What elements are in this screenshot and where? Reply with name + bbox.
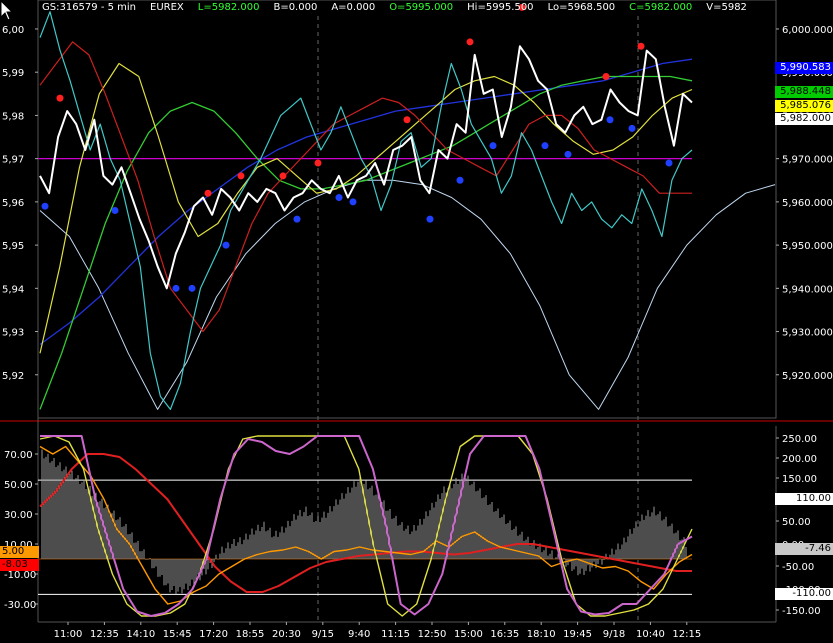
blue-ma-series-line bbox=[39, 58, 693, 346]
time-tick-label: 14:10 bbox=[126, 629, 155, 640]
time-tick-label: 15:45 bbox=[163, 629, 192, 640]
buy-marker[interactable] bbox=[456, 176, 464, 184]
price-left-tick-label: 5,96 bbox=[2, 198, 24, 209]
sell-marker[interactable] bbox=[237, 172, 245, 180]
buy-marker[interactable] bbox=[41, 202, 49, 210]
osc-lower-level-tag: -110.00 bbox=[775, 588, 833, 600]
buy-marker[interactable] bbox=[665, 159, 673, 167]
price-right-tick-label: 5,950.000 bbox=[782, 241, 833, 252]
osc-right-tick-label: 50.00 bbox=[782, 517, 811, 528]
blue-ma-price-tag: 5,990.583 bbox=[775, 62, 833, 74]
time-tick-label: 9/18 bbox=[603, 629, 625, 640]
volume-label: V=5982 bbox=[706, 2, 747, 13]
sell-marker[interactable] bbox=[466, 38, 474, 46]
time-tick-label: 12:15 bbox=[672, 629, 701, 640]
osc-upper-level-tag: 110.00 bbox=[775, 493, 833, 505]
green-ma-price-tag: 5,988.448 bbox=[775, 86, 833, 98]
osc-left-tick-label: 70.00 bbox=[4, 450, 33, 461]
price-left-tick-label: 5,97 bbox=[2, 155, 24, 166]
price-right-tick-label: 5,970.000 bbox=[782, 155, 833, 166]
buy-marker[interactable] bbox=[335, 194, 343, 202]
high-price: Hi=5995.500 bbox=[467, 2, 534, 13]
yellow-price-tag: 5,985.076 bbox=[775, 100, 833, 112]
buy-marker[interactable] bbox=[111, 207, 119, 215]
bid-price: B=0.000 bbox=[273, 2, 318, 13]
osc-right-tick-label: 200.00 bbox=[782, 454, 817, 465]
buy-marker[interactable] bbox=[541, 142, 549, 150]
last-price: L=5982.000 bbox=[197, 2, 260, 13]
buy-marker[interactable] bbox=[628, 124, 636, 132]
osc-right-tick-label: 150.00 bbox=[782, 474, 817, 485]
osc-left-tick-label: -10.00 bbox=[4, 570, 36, 581]
osc-left-tick-label: 50.00 bbox=[4, 480, 33, 491]
price-right-tick-label: 6,000.000 bbox=[782, 25, 833, 36]
time-tick-label: 9/15 bbox=[312, 629, 334, 640]
osc-right-tick-label: -150.00 bbox=[782, 606, 821, 617]
buy-marker[interactable] bbox=[188, 284, 196, 292]
last-price-tag: 5,982.000 bbox=[775, 113, 833, 125]
sell-marker[interactable] bbox=[637, 42, 645, 50]
osc-right-tick-label: -50.00 bbox=[782, 562, 814, 573]
orange-value-tag: 5.00 bbox=[0, 546, 39, 558]
osc-left-tick-label: 30.00 bbox=[4, 510, 33, 521]
time-tick-label: 18:10 bbox=[527, 629, 556, 640]
osc-left-tick-label: -30.00 bbox=[4, 600, 36, 611]
price-left-tick-label: 6,00 bbox=[2, 25, 24, 36]
sell-marker[interactable] bbox=[403, 116, 411, 124]
buy-marker[interactable] bbox=[172, 284, 180, 292]
price-left-tick-label: 5,94 bbox=[2, 284, 24, 295]
price-left-tick-label: 5,98 bbox=[2, 111, 24, 122]
time-tick-label: 20:30 bbox=[272, 629, 301, 640]
buy-marker[interactable] bbox=[349, 198, 357, 206]
chart-canvas[interactable]: 6,006,000.0005,995,990.0005,985,980.0005… bbox=[0, 0, 833, 643]
time-tick-label: 17:20 bbox=[199, 629, 228, 640]
time-tick-label: 16:35 bbox=[490, 629, 519, 640]
sell-marker[interactable] bbox=[56, 94, 64, 102]
price-right-tick-label: 5,960.000 bbox=[782, 198, 833, 209]
time-tick-label: 12:50 bbox=[418, 629, 447, 640]
green-ma-series-line bbox=[39, 75, 693, 410]
buy-marker[interactable] bbox=[293, 215, 301, 223]
sell-marker[interactable] bbox=[602, 73, 610, 81]
buy-marker[interactable] bbox=[606, 116, 614, 124]
buy-marker[interactable] bbox=[489, 142, 497, 150]
arc-series-line bbox=[39, 179, 776, 410]
time-tick-label: 19:45 bbox=[563, 629, 592, 640]
buy-marker[interactable] bbox=[222, 241, 230, 249]
buy-marker[interactable] bbox=[564, 150, 572, 158]
osc-right-tick-label: 250.00 bbox=[782, 434, 817, 445]
mouse-cursor-icon bbox=[0, 0, 14, 21]
time-tick-label: 11:00 bbox=[54, 629, 83, 640]
low-price: Lo=5968.500 bbox=[547, 2, 616, 13]
ask-price: A=0.000 bbox=[331, 2, 376, 13]
time-tick-label: 18:55 bbox=[236, 629, 265, 640]
exchange-label: EUREX bbox=[150, 2, 184, 13]
time-tick-label: 15:00 bbox=[454, 629, 483, 640]
chart-header: GS:316579 - 5 min EUREX L=5982.000 B=0.000 A… bbox=[42, 2, 761, 13]
buy-marker[interactable] bbox=[426, 215, 434, 223]
time-tick-label: 10:40 bbox=[636, 629, 665, 640]
chart-window: 6,006,000.0005,995,990.0005,985,980.0005… bbox=[0, 0, 833, 643]
time-tick-label: 9:40 bbox=[348, 629, 370, 640]
price-left-tick-label: 5,99 bbox=[2, 68, 24, 79]
time-tick-label: 12:35 bbox=[90, 629, 119, 640]
price-right-tick-label: 5,940.000 bbox=[782, 284, 833, 295]
red-ma-series-line bbox=[39, 41, 692, 333]
close-price: C=5982.000 bbox=[629, 2, 693, 13]
red-value-tag: -8.03 bbox=[0, 559, 39, 571]
sell-marker[interactable] bbox=[314, 159, 322, 167]
price-right-tick-label: 5,920.000 bbox=[782, 371, 833, 382]
cyan-osc-series-line bbox=[39, 11, 693, 410]
price-left-tick-label: 5,93 bbox=[2, 328, 24, 339]
price-right-tick-label: 5,930.000 bbox=[782, 328, 833, 339]
sell-marker[interactable] bbox=[204, 189, 212, 197]
open-price: O=5995.000 bbox=[389, 2, 454, 13]
time-tick-label: 11:15 bbox=[381, 629, 410, 640]
price-left-tick-label: 5,95 bbox=[2, 241, 24, 252]
sell-marker[interactable] bbox=[279, 172, 287, 180]
symbol-label: GS:316579 - 5 min bbox=[42, 2, 137, 13]
osc-current-value-tag: -7.46 bbox=[775, 543, 833, 555]
price-left-tick-label: 5,92 bbox=[2, 371, 24, 382]
